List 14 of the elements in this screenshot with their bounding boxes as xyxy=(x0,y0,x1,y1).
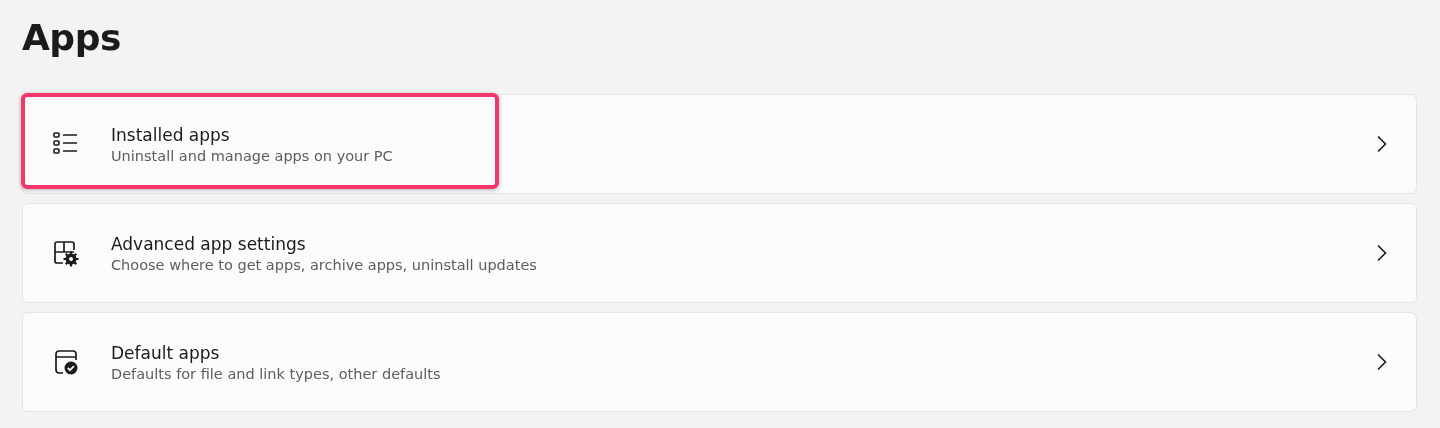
item-title: Installed apps xyxy=(111,124,231,145)
chevron-right-icon xyxy=(1376,353,1388,371)
item-title: Default apps xyxy=(111,342,221,363)
settings-card[interactable]: Default apps Defaults for file and link types, other defaults xyxy=(22,312,1417,412)
grid-gear-icon xyxy=(51,238,81,268)
item-description: Uninstall and manage apps on your PC xyxy=(111,147,394,164)
item-title: Advanced app settings xyxy=(111,233,307,254)
page-title: Apps xyxy=(22,16,122,60)
settings-card[interactable]: Installed apps Uninstall and manage apps on your PC xyxy=(22,94,1417,194)
chevron-right-icon xyxy=(1376,244,1388,262)
item-description: Defaults for file and link types, other defaults xyxy=(111,365,442,382)
settings-card[interactable]: Advanced app settings Choose where to get apps, archive apps, uninstall updates xyxy=(22,203,1417,303)
item-description: Choose where to get apps, archive apps, uninstall updates xyxy=(111,256,538,273)
chevron-right-icon xyxy=(1376,135,1388,153)
